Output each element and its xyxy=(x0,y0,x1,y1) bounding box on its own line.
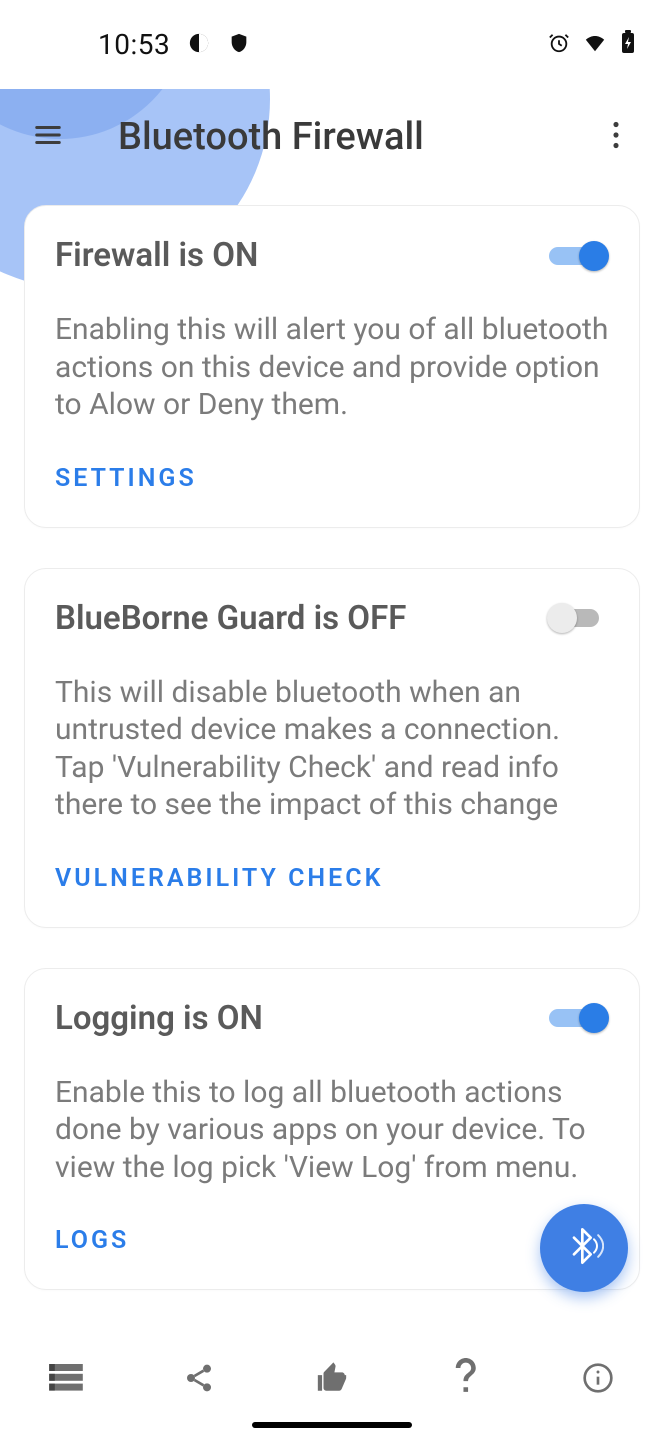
firewall-toggle[interactable] xyxy=(547,237,609,275)
info-icon xyxy=(582,1362,614,1398)
app-bar: Bluetooth Firewall xyxy=(0,89,664,185)
shield-icon xyxy=(228,28,250,61)
overflow-menu-button[interactable] xyxy=(588,109,644,165)
bluetooth-broadcast-icon xyxy=(564,1226,604,1270)
hamburger-icon xyxy=(33,120,63,154)
bottom-help-button[interactable] xyxy=(433,1348,497,1412)
firewall-card-title: Firewall is ON xyxy=(55,236,258,275)
blueborne-card: BlueBorne Guard is OFF This will disable… xyxy=(24,568,640,928)
menu-button[interactable] xyxy=(20,109,76,165)
firewall-card-desc: Enabling this will alert you of all blue… xyxy=(55,311,609,424)
logs-button[interactable]: LOGS xyxy=(55,1226,609,1255)
blueborne-toggle[interactable] xyxy=(547,599,609,637)
status-time: 10:53 xyxy=(98,28,170,61)
blueborne-card-desc: This will disable bluetooth when an untr… xyxy=(55,674,609,824)
home-indicator[interactable] xyxy=(252,1422,412,1428)
bottom-share-button[interactable] xyxy=(167,1348,231,1412)
more-vert-icon xyxy=(612,121,620,153)
status-bar: 10:53 xyxy=(0,0,664,89)
logging-card-desc: Enable this to log all bluetooth actions… xyxy=(55,1074,609,1187)
logging-card-title: Logging is ON xyxy=(55,999,263,1038)
battery-icon xyxy=(620,28,636,61)
blueborne-card-title: BlueBorne Guard is OFF xyxy=(55,599,406,638)
bottom-like-button[interactable] xyxy=(300,1348,364,1412)
thumb-up-icon xyxy=(315,1361,349,1399)
app-title: Bluetooth Firewall xyxy=(118,115,588,159)
bluetooth-radar-fab[interactable] xyxy=(540,1204,628,1292)
dnd-icon xyxy=(188,28,210,61)
help-icon xyxy=(450,1358,480,1402)
settings-button[interactable]: SETTINGS xyxy=(55,464,609,493)
bottom-info-button[interactable] xyxy=(566,1348,630,1412)
logging-toggle[interactable] xyxy=(547,999,609,1037)
wifi-icon xyxy=(584,28,606,61)
vulnerability-check-button[interactable]: VULNERABILITY CHECK xyxy=(55,864,609,893)
alarm-icon xyxy=(548,28,570,61)
bottom-list-button[interactable] xyxy=(34,1348,98,1412)
firewall-card: Firewall is ON Enabling this will alert … xyxy=(24,205,640,528)
list-icon xyxy=(49,1364,83,1396)
share-icon xyxy=(183,1362,215,1398)
